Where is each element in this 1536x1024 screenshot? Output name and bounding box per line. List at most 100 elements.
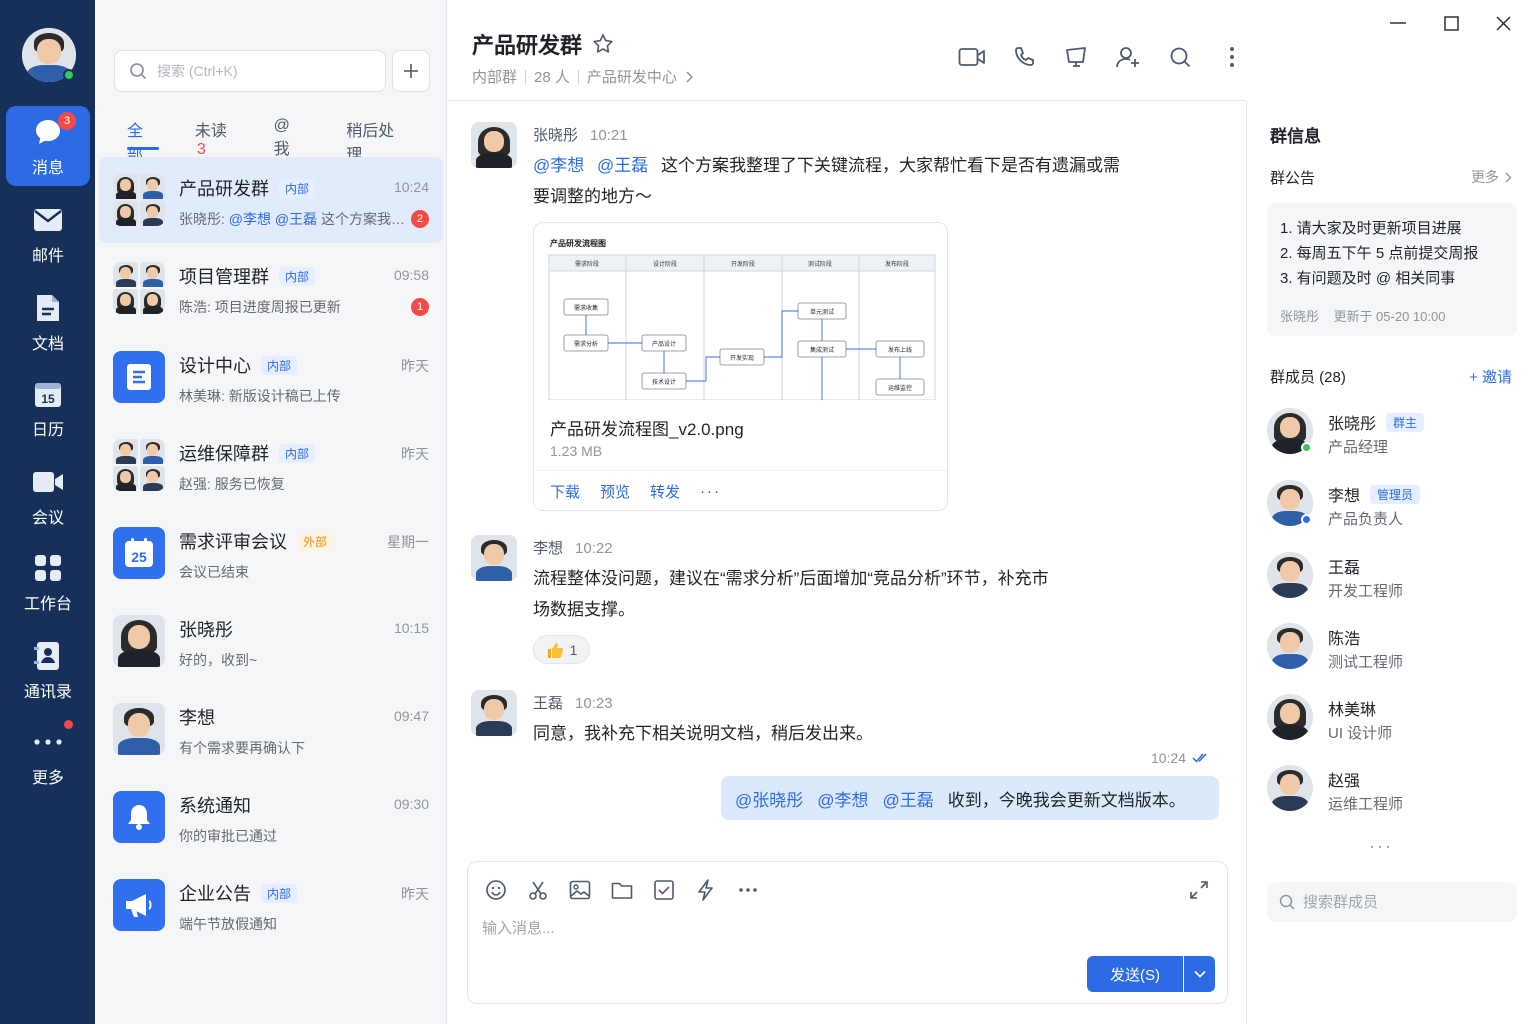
show-more-members[interactable]: ··· (1369, 836, 1393, 857)
close-button[interactable] (1488, 10, 1518, 36)
notice-more-link[interactable]: 更多 (1471, 167, 1512, 187)
search-icon (1279, 894, 1295, 910)
invite-button[interactable]: + 邀请 (1469, 366, 1512, 387)
conversation-item[interactable]: 设计中心 内部 昨天 林美琳: 新版设计稿已上传 (99, 334, 443, 420)
file-button[interactable] (608, 876, 636, 904)
member-item[interactable]: 张晓彤 群主 产品经理 (1267, 408, 1517, 468)
task-button[interactable] (650, 876, 678, 904)
file-attachment[interactable]: 产品研发流程图 需求阶段 设计阶段 开发阶段 测试阶段 发布阶段 需求收集 需求… (533, 222, 948, 511)
avatar (1267, 765, 1313, 811)
expand-composer-button[interactable] (1185, 876, 1213, 904)
conversation-name: 张晓彤 (179, 620, 233, 640)
conversation-item[interactable]: 张晓彤 10:15 好的，收到~ (99, 598, 443, 684)
rail-item-messages[interactable]: 消息 3 (6, 106, 90, 186)
download-link[interactable]: 下载 (550, 481, 580, 502)
tab-unread[interactable]: 未读3 (194, 117, 238, 158)
folder-icon (611, 882, 633, 899)
tab-mentions[interactable]: @ 我 (274, 117, 311, 158)
rail-item-more[interactable]: 更多 (6, 716, 90, 796)
video-icon (30, 464, 66, 500)
star-icon[interactable] (592, 33, 614, 55)
message: 王磊 10:23 同意，我补充下相关说明文档，稍后发出来。 (471, 690, 1171, 750)
department-link[interactable]: 产品研发中心 (587, 66, 677, 87)
conversation-time: 10:24 (393, 179, 429, 195)
screen-share-button[interactable] (1061, 42, 1091, 72)
mention[interactable]: @王磊 (883, 786, 934, 811)
maximize-button[interactable] (1436, 10, 1466, 36)
member-item[interactable]: 王磊 开发工程师 (1267, 552, 1517, 612)
mention[interactable]: @王磊 (597, 156, 648, 175)
member-role: 产品负责人 (1328, 511, 1404, 528)
mention[interactable]: @李想 (817, 786, 868, 811)
search-box[interactable] (114, 50, 386, 92)
add-member-button[interactable] (1113, 42, 1143, 72)
chat-toolbar (957, 42, 1269, 72)
sender-avatar[interactable] (471, 690, 517, 736)
flowchart-preview-image[interactable]: 产品研发流程图 需求阶段 设计阶段 开发阶段 测试阶段 发布阶段 需求收集 需求… (548, 237, 936, 400)
conversation-item[interactable]: 产品研发群内部 10:24 张晓彤: @李想 @王磊 这个方案我整理了下关键流程… (99, 157, 443, 243)
screenshot-button[interactable] (524, 876, 552, 904)
member-search-input[interactable] (1303, 893, 1503, 911)
conversation-name: 设计中心 (179, 356, 251, 376)
rail-item-contacts[interactable]: 通讯录 (6, 630, 90, 710)
rail-item-calendar[interactable]: 15 日历 (6, 368, 90, 448)
group-info-panel: 群信息 群公告 更多 1. 请大家及时更新项目进展 2. 每周五下午 5 点前提… (1246, 101, 1536, 1024)
members-title: 群成员 (28) (1270, 369, 1346, 386)
reaction-thumbs-up[interactable]: 1 (533, 635, 590, 664)
quick-action-button[interactable] (692, 876, 720, 904)
emoji-button[interactable] (482, 876, 510, 904)
member-item[interactable]: 林美琳 UI 设计师 (1267, 694, 1517, 754)
unread-badge: 1 (411, 298, 429, 316)
rail-item-workbench[interactable]: 工作台 (6, 542, 90, 622)
svg-text:需求分析: 需求分析 (574, 340, 598, 348)
file-more-button[interactable]: ··· (700, 483, 721, 500)
member-item[interactable]: 李想 管理员 产品负责人 (1267, 480, 1517, 540)
rail-item-meeting[interactable]: 会议 (6, 456, 90, 536)
tab-later[interactable]: 稍后处理 (346, 117, 410, 164)
composer-more-button[interactable] (734, 876, 762, 904)
tab-all[interactable]: 全部 (127, 117, 159, 164)
image-button[interactable] (566, 876, 594, 904)
tab-label: 未读 (194, 123, 227, 140)
send-button[interactable]: 发送(S) (1087, 956, 1183, 992)
member-name: 林美琳 (1328, 702, 1377, 719)
mention[interactable]: @李想 (533, 156, 584, 175)
member-item[interactable]: 陈浩 测试工程师 (1267, 623, 1517, 683)
conversation-item[interactable]: 企业公告 内部 昨天 端午节放假通知 (99, 862, 443, 948)
more-label: 更多 (1471, 169, 1499, 185)
preview-link[interactable]: 预览 (600, 481, 630, 502)
forward-link[interactable]: 转发 (650, 481, 680, 502)
conversation-item[interactable]: 运维保障群 内部 昨天 赵强: 服务已恢复 (99, 422, 443, 508)
group-notice[interactable]: 1. 请大家及时更新项目进展 2. 每周五下午 5 点前提交周报 3. 有问题及… (1267, 203, 1517, 336)
create-button[interactable] (392, 50, 430, 92)
member-item[interactable]: 赵强 运维工程师 (1267, 765, 1517, 825)
rail-item-docs[interactable]: 文档 (6, 282, 90, 362)
notice-line: 3. 有问题及时 @ 相关同事 (1280, 270, 1456, 287)
message-input[interactable] (482, 917, 1082, 947)
voice-call-button[interactable] (1009, 42, 1039, 72)
conversation-item[interactable]: 25 需求评审会议 外部 星期一 会议已结束 (99, 510, 443, 596)
member-search-box[interactable] (1267, 882, 1517, 922)
sender-name: 张晓彤 (533, 127, 579, 144)
mention[interactable]: @张晓彤 (735, 786, 803, 811)
chevron-down-icon (1193, 970, 1206, 978)
more-dots-icon (739, 888, 757, 892)
chevron-right-icon (1505, 172, 1512, 182)
conversation-name: 系统通知 (179, 796, 251, 816)
video-call-button[interactable] (957, 42, 987, 72)
owner-tag: 群主 (1386, 412, 1425, 432)
member-role: 产品经理 (1328, 439, 1389, 456)
rail-item-mail[interactable]: 邮件 (6, 194, 90, 274)
conversation-item[interactable]: 项目管理群 内部 09:58 陈浩: 项目进度周报已更新 1 (99, 245, 443, 331)
minimize-button[interactable] (1383, 10, 1413, 36)
sender-avatar[interactable] (471, 122, 517, 168)
conversation-time: 昨天 (401, 358, 429, 374)
conversation-item[interactable]: 李想 09:47 有个需求要再确认下 (99, 686, 443, 772)
chat-search-button[interactable] (1165, 42, 1195, 72)
sender-avatar[interactable] (471, 535, 517, 581)
more-options-button[interactable] (1217, 42, 1247, 72)
search-input[interactable] (157, 63, 377, 79)
send-options-button[interactable] (1184, 956, 1215, 992)
conversation-item[interactable]: 系统通知 09:30 你的审批已通过 (99, 774, 443, 860)
internal-tag: 内部 (279, 178, 316, 198)
